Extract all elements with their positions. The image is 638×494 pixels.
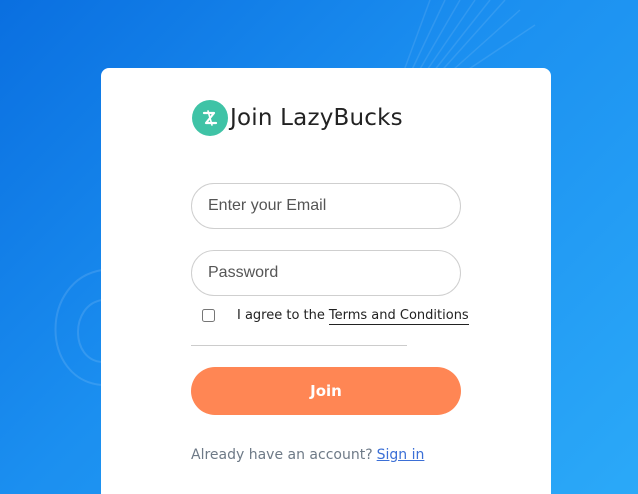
terms-agreement-row: I agree to the Terms and Conditions (202, 308, 469, 325)
email-field[interactable] (191, 183, 461, 229)
brand-header: Join LazyBucks (192, 100, 403, 136)
signup-card: Join LazyBucks I agree to theTerms and C… (101, 68, 551, 494)
agree-text: I agree to the Terms and Conditions (237, 308, 469, 325)
agree-checkbox[interactable] (202, 309, 215, 322)
agree-prefix: I agree to the (237, 308, 325, 323)
signin-prompt: Already have an account? Sign in (191, 447, 424, 463)
signin-prompt-text: Already have an account? (191, 447, 373, 463)
logo-mark-icon (202, 110, 218, 126)
password-field[interactable] (191, 250, 461, 296)
terms-link[interactable]: Terms and Conditions (328, 308, 469, 325)
lazybucks-logo-icon (192, 100, 228, 136)
divider (191, 345, 407, 346)
page-title: Join LazyBucks (230, 105, 403, 131)
signin-link[interactable]: Sign in (377, 447, 425, 463)
join-button[interactable]: Join (191, 367, 461, 415)
